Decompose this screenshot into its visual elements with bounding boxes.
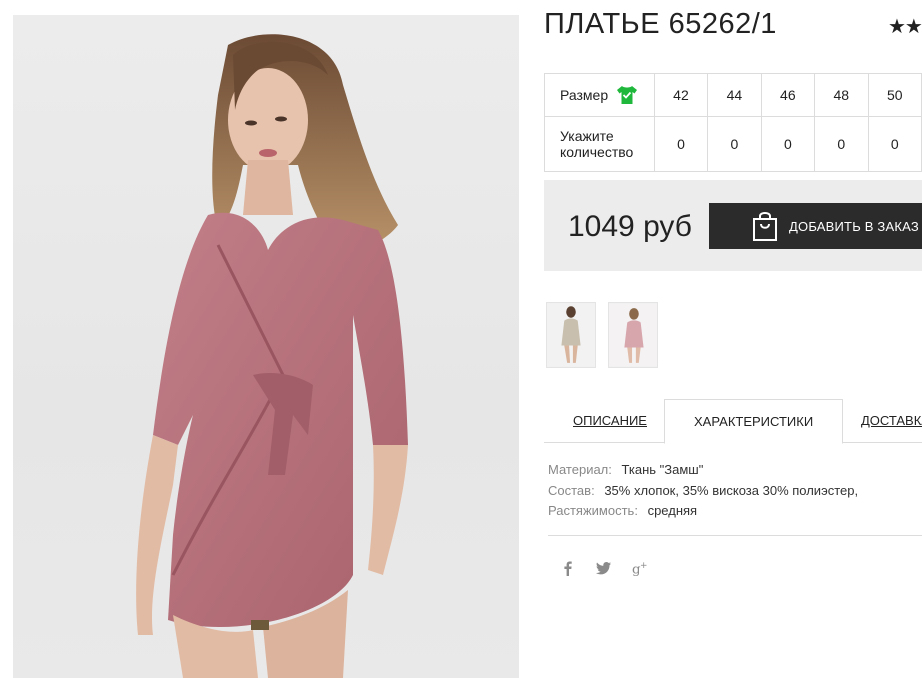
product-tabs: ОПИСАНИЕ ХАРАКТЕРИСТИКИ ДОСТАВКА [544, 399, 922, 444]
shopping-bag-icon [753, 212, 777, 241]
size-cell: 42 [653, 73, 709, 117]
tab-characteristics[interactable]: ХАРАКТЕРИСТИКИ [664, 399, 844, 444]
spec-value: 35% хлопок, 35% вискоза 30% полиэстер, [604, 482, 859, 498]
size-cell: 46 [760, 73, 816, 117]
facebook-icon[interactable] [560, 560, 576, 576]
tab-description[interactable]: ОПИСАНИЕ [573, 399, 647, 443]
product-photo-illustration [136, 34, 408, 678]
quantity-label: Укажите количество [544, 116, 655, 172]
spec-row-stretch: Растяжимость: средняя [548, 501, 858, 522]
size-header-cell: Размер [544, 73, 655, 117]
size-row: Размер 42 44 46 48 50 [544, 73, 922, 117]
size-cell: 44 [707, 73, 762, 117]
size-cell: 50 [867, 73, 922, 117]
size-quantity-table: Размер 42 44 46 48 50 Укажите количество… [544, 73, 922, 172]
product-title: ПЛАТЬЕ 65262/1 [544, 8, 777, 40]
social-share: g + [560, 560, 648, 576]
spec-value: средняя [647, 503, 698, 518]
add-to-order-button[interactable]: ДОБАВИТЬ В ЗАКАЗ [709, 203, 922, 249]
product-price: 1049 руб [568, 210, 692, 243]
price-bar: 1049 руб ДОБАВИТЬ В ЗАКАЗ [544, 180, 922, 271]
spec-key: Растяжимость: [548, 503, 638, 518]
quantity-input[interactable]: 0 [653, 116, 709, 172]
quantity-input[interactable]: 0 [867, 116, 922, 172]
thumbnail-gallery [546, 302, 658, 368]
quantity-input[interactable]: 0 [760, 116, 816, 172]
svg-text:+: + [640, 561, 647, 571]
thumbnail-pink-dress[interactable] [608, 302, 658, 368]
thumbnail-beige-dress[interactable] [546, 302, 596, 368]
size-cell: 48 [814, 73, 869, 117]
characteristics-list: Материал: Ткань "Замш" Состав: 35% хлопо… [548, 460, 858, 522]
twitter-icon[interactable] [596, 560, 612, 576]
google-plus-icon[interactable]: g + [632, 560, 648, 576]
quantity-row: Укажите количество 0 0 0 0 0 [544, 116, 922, 172]
tab-delivery[interactable]: ДОСТАВКА [861, 399, 922, 443]
size-chart-shirt-icon[interactable] [616, 85, 638, 105]
spec-key: Состав: [548, 482, 595, 498]
quantity-input[interactable]: 0 [814, 116, 869, 172]
add-to-order-label: ДОБАВИТЬ В ЗАКАЗ [789, 218, 919, 234]
spec-row-composition: Состав: 35% хлопок, 35% вискоза 30% поли… [548, 481, 858, 502]
spec-key: Материал: [548, 462, 612, 477]
product-photo[interactable] [13, 15, 519, 678]
divider [548, 535, 922, 536]
spec-row-material: Материал: Ткань "Замш" [548, 460, 858, 481]
rating-stars[interactable]: ★★ [888, 14, 922, 39]
quantity-input[interactable]: 0 [707, 116, 762, 172]
size-label: Размер [560, 87, 609, 103]
spec-value: Ткань "Замш" [621, 462, 704, 477]
